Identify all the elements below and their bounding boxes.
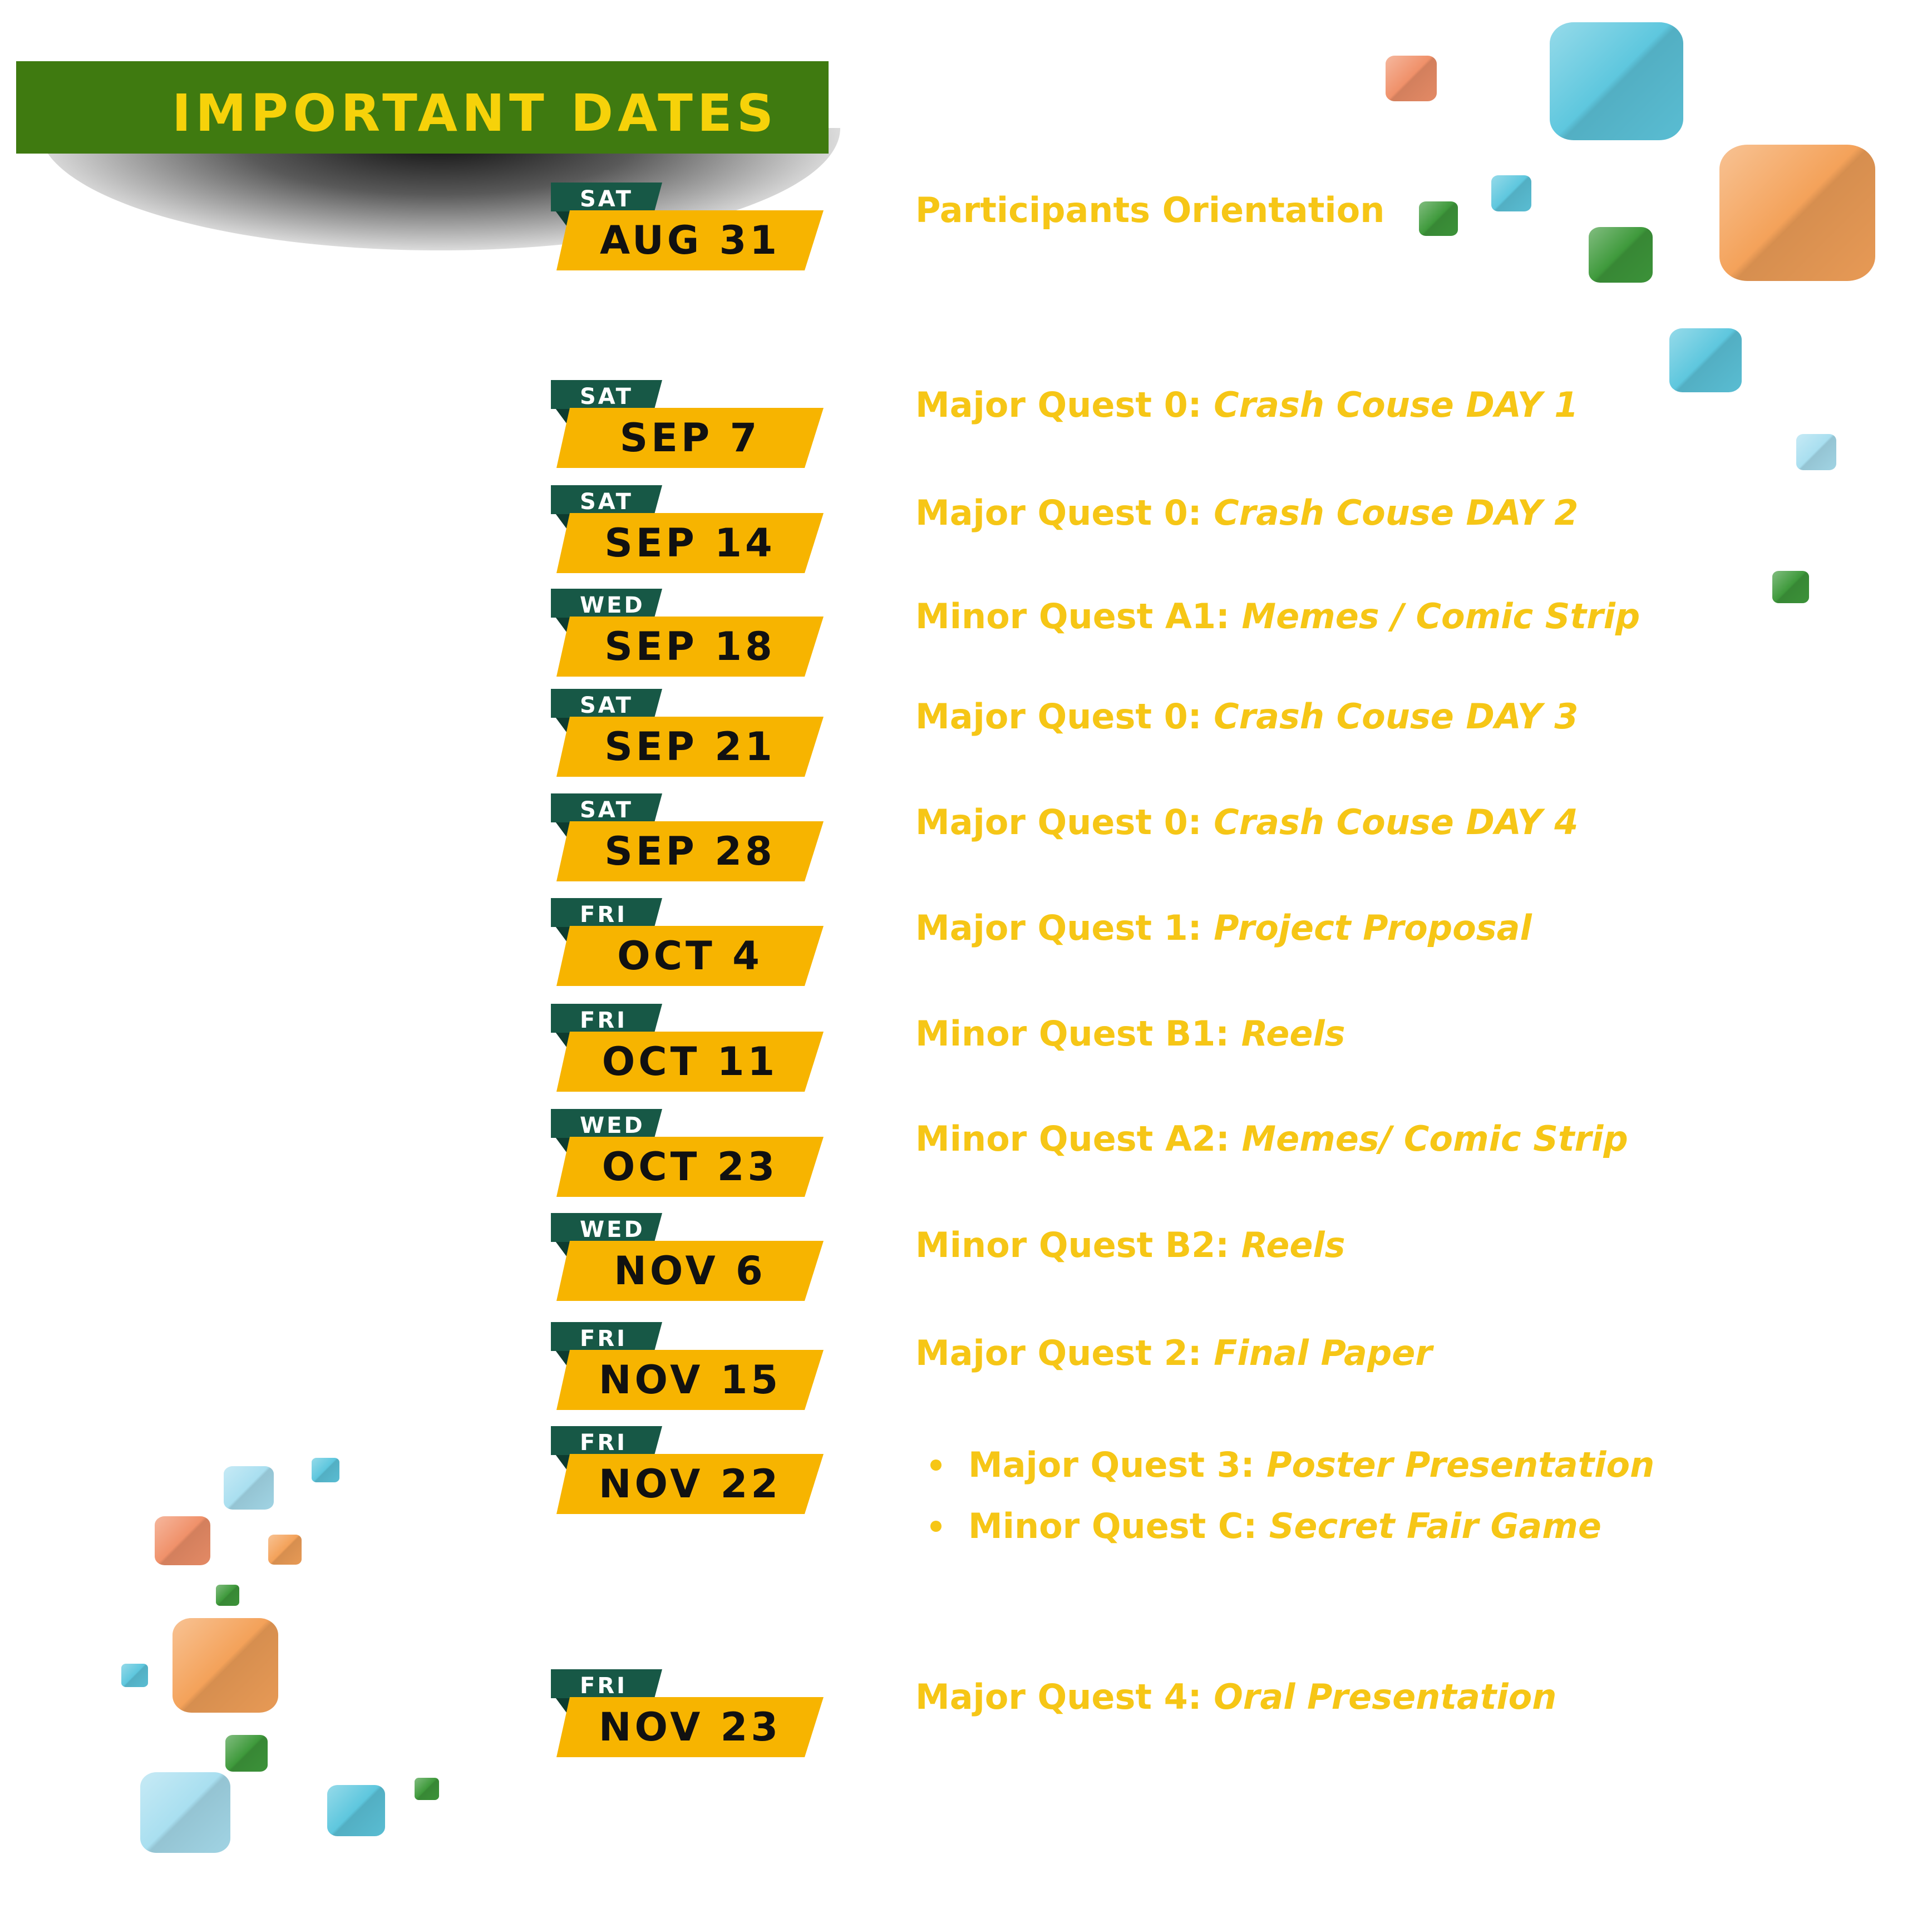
header-banner: IMPORTANT DATES (16, 61, 829, 154)
day-label: WED (580, 1113, 645, 1138)
event-prefix: Minor Quest B2: (915, 1225, 1241, 1265)
event-prefix: Minor Quest B1: (915, 1013, 1241, 1054)
bullet-icon (930, 1459, 942, 1471)
decor-cube-icon (155, 1516, 210, 1565)
decor-cube-icon (140, 1772, 230, 1853)
decor-cube-icon (1589, 227, 1653, 283)
event-title: Memes/ Comic Strip (1241, 1118, 1628, 1159)
important-dates-poster: IMPORTANT DATES SAT AUG 31 Participants … (0, 0, 1932, 1923)
event-prefix: Participants Orientation (915, 190, 1385, 230)
decor-cube-icon (121, 1664, 148, 1687)
decor-cube-icon (1796, 434, 1836, 470)
page-title: IMPORTANT DATES (172, 83, 778, 143)
event-title: Crash Couse DAY 4 (1214, 802, 1579, 842)
decor-cube-icon (1669, 328, 1742, 392)
event-title: Final Paper (1214, 1333, 1432, 1373)
day-label: SAT (580, 186, 633, 212)
event-text: Major Quest 2: Final Paper (915, 1331, 1432, 1375)
date-label: OCT 4 (617, 933, 763, 979)
day-label: SAT (580, 693, 633, 718)
event-prefix: Major Quest 2: (915, 1333, 1214, 1373)
date-label: SEP 21 (604, 724, 776, 770)
day-label: FRI (580, 1326, 628, 1352)
event-bullet-list: Major Quest 3: Poster Presentation Minor… (924, 1443, 1654, 1565)
decor-cube-icon (268, 1535, 302, 1565)
event-title: Reels (1241, 1013, 1345, 1054)
date-label: SEP 18 (604, 624, 776, 669)
decor-cube-icon (224, 1466, 274, 1510)
decor-cube-icon (225, 1735, 268, 1772)
event-prefix: Minor Quest C: (968, 1506, 1269, 1546)
date-label: SEP 7 (619, 415, 761, 461)
event-title: Poster Presentation (1266, 1444, 1655, 1485)
date-label: AUG 31 (599, 218, 781, 263)
event-title: Oral Presentation (1214, 1677, 1557, 1717)
event-title: Project Proposal (1214, 908, 1532, 948)
event-title: Reels (1241, 1225, 1345, 1265)
decor-cube-icon (1719, 145, 1875, 281)
decor-cube-icon (1772, 571, 1809, 603)
day-label: FRI (580, 1430, 628, 1456)
decor-cube-icon (1419, 201, 1458, 236)
event-text: Minor Quest A1: Memes / Comic Strip (915, 594, 1640, 639)
event-title: Memes / Comic Strip (1241, 596, 1640, 637)
event-prefix: Major Quest 0: (915, 492, 1214, 533)
decor-cube-icon (327, 1785, 385, 1836)
event-prefix: Major Quest 4: (915, 1677, 1214, 1717)
date-label: SEP 14 (604, 520, 776, 566)
event-prefix: Major Quest 1: (915, 908, 1214, 948)
list-item: Minor Quest C: Secret Fair Game (924, 1504, 1654, 1549)
event-text: Major Quest 4: Oral Presentation (915, 1675, 1556, 1719)
event-title: Secret Fair Game (1269, 1506, 1601, 1546)
date-label: SEP 28 (604, 829, 776, 874)
date-label: NOV 15 (598, 1357, 782, 1403)
bullet-icon (930, 1521, 942, 1532)
decor-cube-icon (1550, 22, 1683, 140)
decor-cube-icon (172, 1618, 278, 1713)
date-label: NOV 22 (598, 1461, 782, 1507)
date-label: NOV 23 (598, 1704, 782, 1750)
event-text: Major Quest 0: Crash Couse DAY 4 (915, 800, 1578, 845)
event-text: Minor Quest A2: Memes/ Comic Strip (915, 1117, 1628, 1161)
day-label: SAT (580, 797, 633, 823)
date-label: NOV 6 (614, 1248, 766, 1294)
day-label: FRI (580, 1673, 628, 1699)
day-label: SAT (580, 384, 633, 410)
decor-cube-icon (1491, 175, 1531, 211)
event-title: Crash Couse DAY 2 (1214, 492, 1579, 533)
event-text: Major Quest 0: Crash Couse DAY 3 (915, 694, 1578, 739)
event-text: Major Quest 1: Project Proposal (915, 906, 1532, 950)
list-item: Major Quest 3: Poster Presentation (924, 1443, 1654, 1487)
event-prefix: Minor Quest A2: (915, 1118, 1242, 1159)
day-label: SAT (580, 489, 633, 515)
day-label: WED (580, 1217, 645, 1242)
event-text: Minor Quest B1: Reels (915, 1012, 1345, 1056)
event-prefix: Major Quest 3: (968, 1444, 1267, 1485)
event-prefix: Minor Quest A1: (915, 596, 1242, 637)
decor-cube-icon (415, 1778, 439, 1800)
event-text: Major Quest 0: Crash Couse DAY 1 (915, 383, 1578, 427)
day-label: WED (580, 593, 645, 618)
date-label: OCT 11 (602, 1039, 778, 1084)
decor-cube-icon (312, 1458, 339, 1482)
decor-cube-icon (216, 1585, 239, 1606)
event-prefix: Major Quest 0: (915, 696, 1214, 737)
day-label: FRI (580, 1008, 628, 1033)
event-title: Crash Couse DAY 1 (1214, 384, 1579, 425)
event-title: Crash Couse DAY 3 (1214, 696, 1579, 737)
date-label: OCT 23 (602, 1144, 778, 1190)
decor-cube-icon (1386, 56, 1437, 101)
event-prefix: Major Quest 0: (915, 802, 1214, 842)
day-label: FRI (580, 902, 628, 928)
event-text: Participants Orientation (915, 188, 1384, 233)
event-prefix: Major Quest 0: (915, 384, 1214, 425)
event-text: Minor Quest B2: Reels (915, 1223, 1345, 1268)
event-text: Major Quest 0: Crash Couse DAY 2 (915, 491, 1578, 535)
